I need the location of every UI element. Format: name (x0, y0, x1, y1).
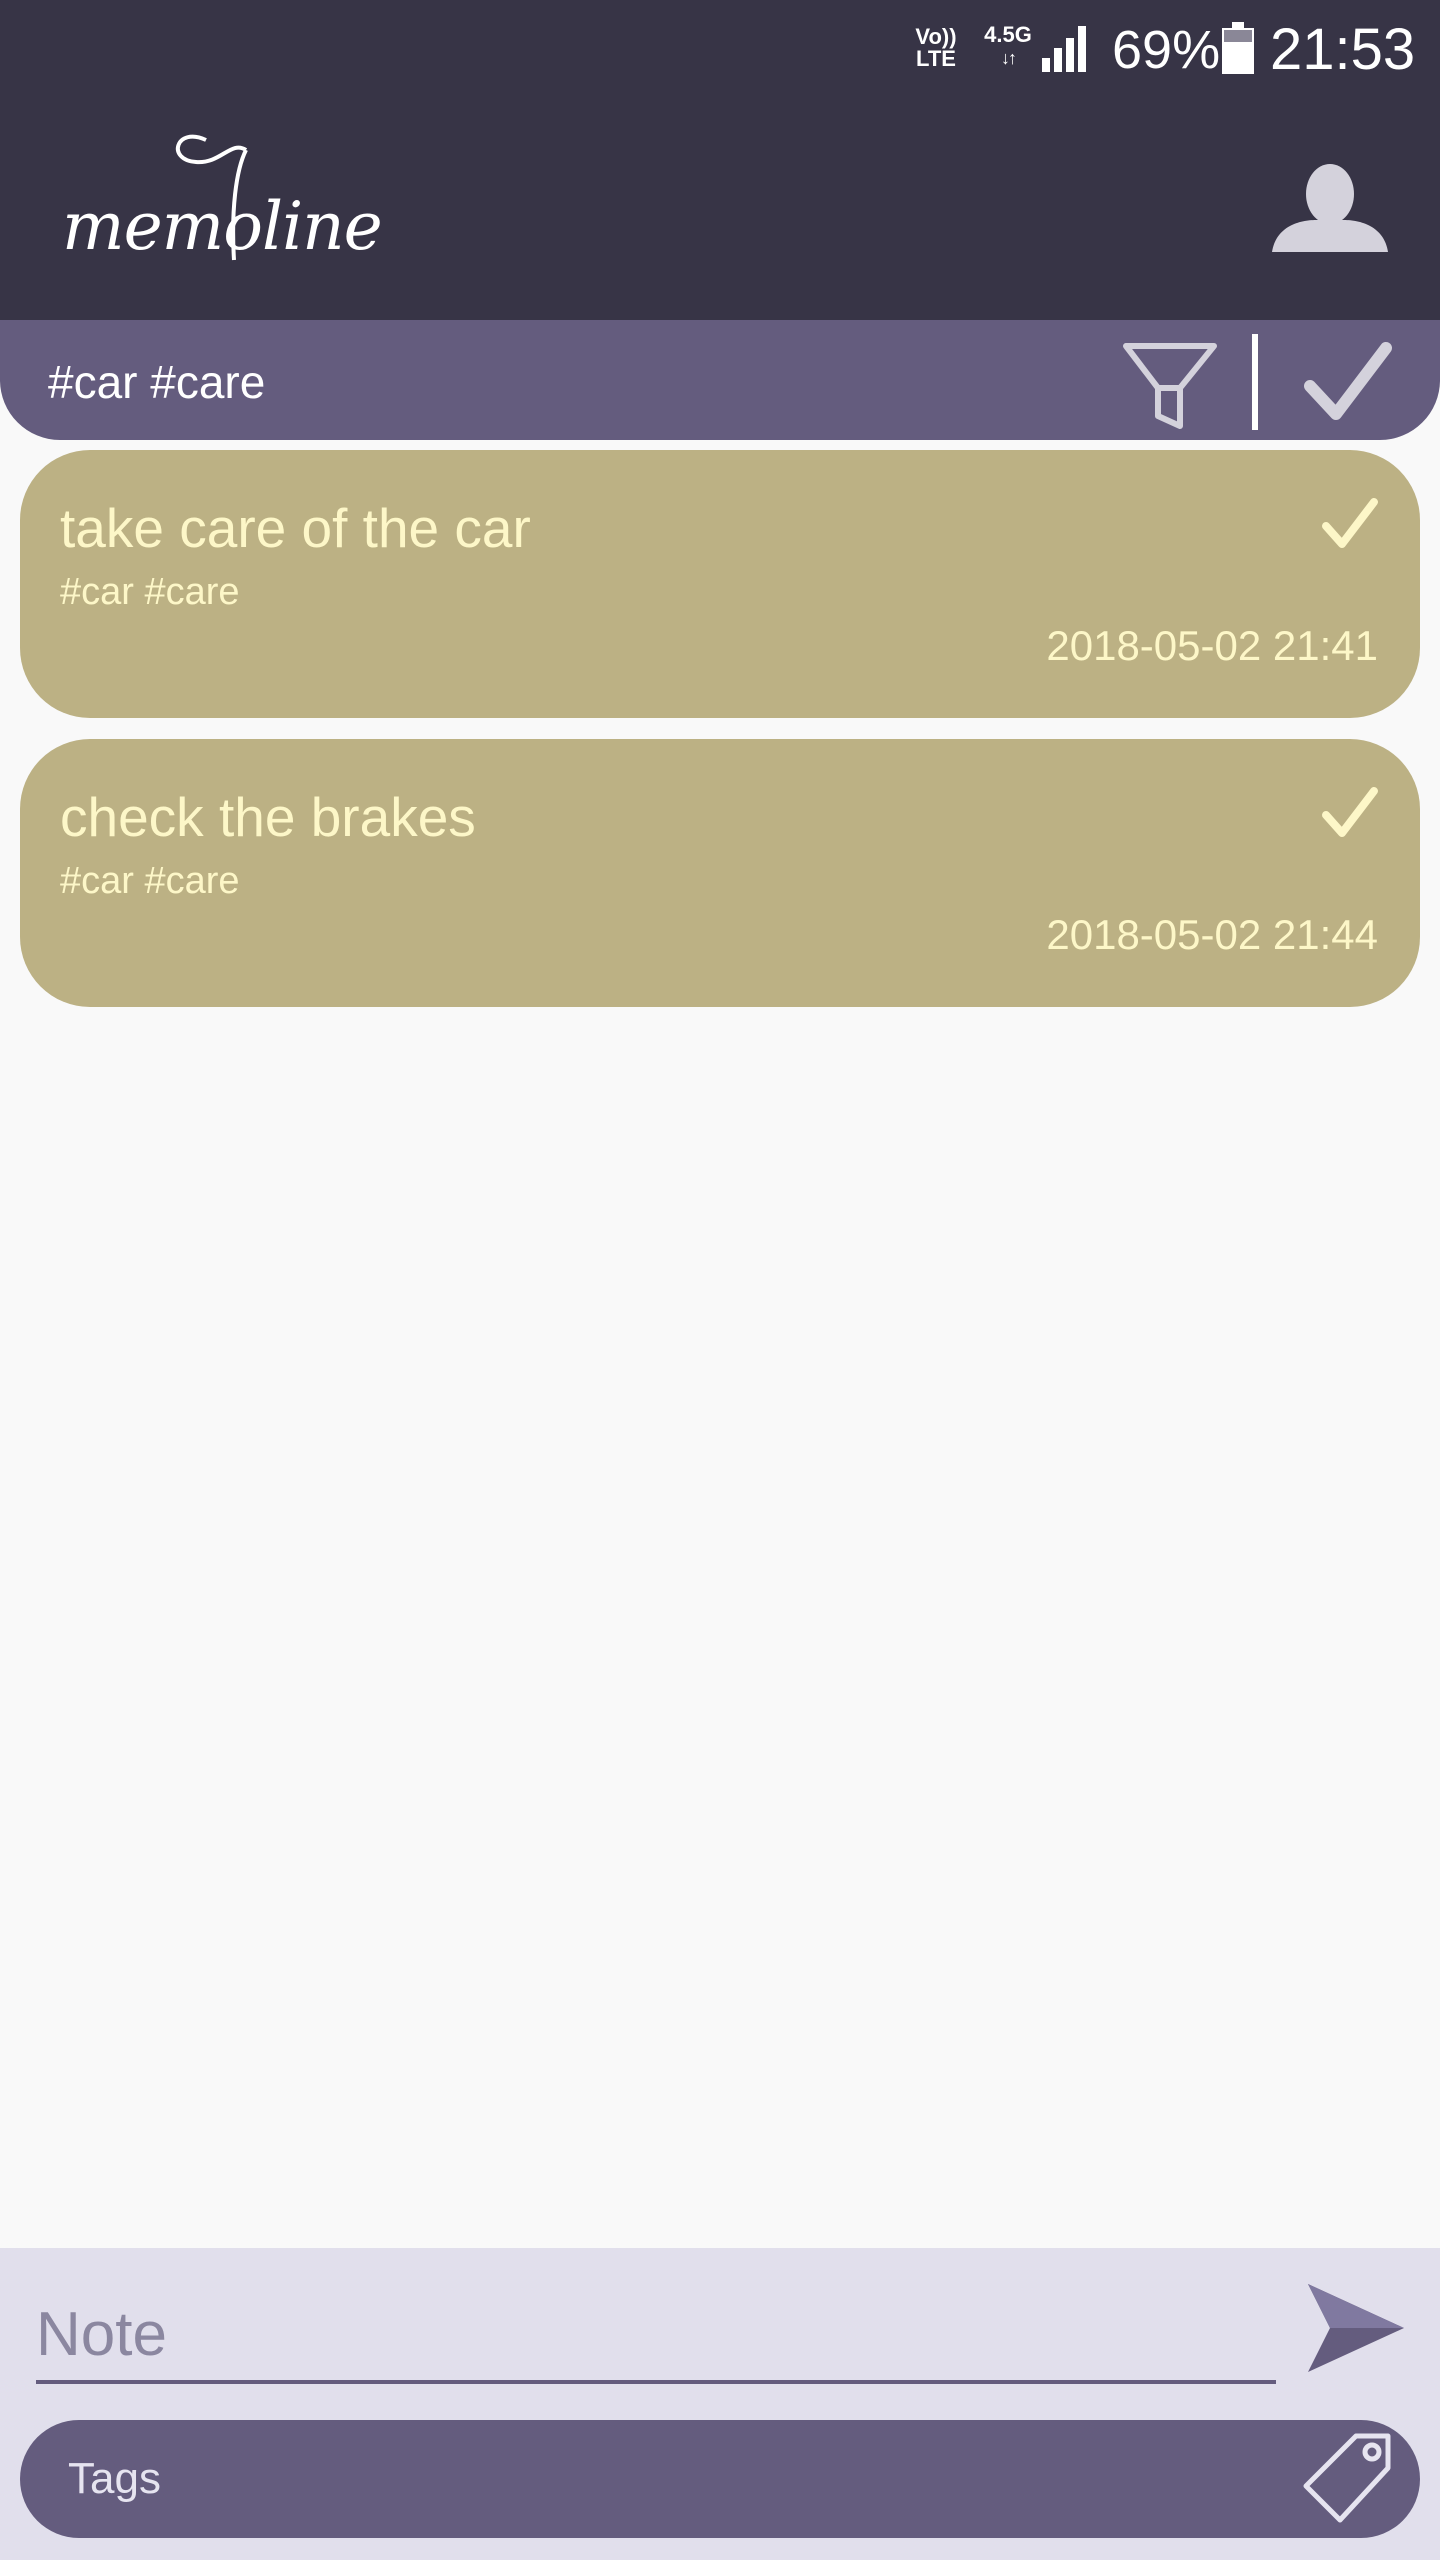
signal-strength-icon (1042, 26, 1086, 72)
done-button[interactable] (1300, 334, 1396, 430)
volte-indicator: Vo)) LTE (915, 24, 957, 71)
mark-done-button[interactable] (1320, 494, 1380, 554)
mark-done-button[interactable] (1320, 783, 1380, 843)
note-composer (0, 2248, 1440, 2560)
status-bar: Vo)) LTE 4.5G ↓↑ 69% 21:53 (0, 0, 1440, 100)
divider (1252, 334, 1258, 430)
note-date: 2018-05-02 21:44 (1046, 911, 1378, 958)
battery-percent: 69% (1112, 20, 1221, 80)
checkmark-icon (1304, 342, 1392, 420)
tag-icon (1303, 2433, 1391, 2523)
note-date: 2018-05-02 21:41 (1046, 622, 1378, 669)
tag-button[interactable] (1300, 2428, 1396, 2528)
note-tags: #car #care (60, 571, 240, 613)
network-indicator: 4.5G ↓↑ (978, 24, 1038, 69)
checkmark-icon (1322, 787, 1378, 837)
logo-wordmark: memoline (62, 188, 383, 265)
app-logo: memoline (56, 130, 383, 280)
data-activity-icon: ↓↑ (1001, 48, 1017, 68)
note-title: check the brakes (60, 786, 476, 848)
note-title: take care of the car (60, 497, 531, 559)
network-type: 4.5G (984, 22, 1032, 47)
active-filter-tags[interactable]: #car #care (48, 356, 265, 408)
note-tags: #car #care (60, 860, 240, 902)
battery-icon (1222, 22, 1254, 74)
status-clock: 21:53 (1270, 17, 1416, 82)
filter-button[interactable] (1118, 332, 1222, 436)
note-input[interactable] (36, 2288, 1276, 2384)
note-card[interactable]: check the brakes #car #care 2018-05-02 2… (20, 739, 1420, 1007)
user-icon (1272, 164, 1388, 252)
tags-input[interactable] (68, 2442, 1268, 2516)
send-button[interactable] (1304, 2280, 1408, 2376)
send-icon (1308, 2284, 1404, 2372)
checkmark-icon (1322, 498, 1378, 548)
funnel-icon (1123, 343, 1217, 429)
active-filter-bar: #car #care (0, 320, 1440, 440)
note-card[interactable]: take care of the car #car #care 2018-05-… (20, 450, 1420, 718)
profile-button[interactable] (1270, 160, 1390, 260)
tags-field[interactable] (20, 2420, 1420, 2538)
app-header: Vo)) LTE 4.5G ↓↑ 69% 21:53 memoline (0, 0, 1440, 320)
